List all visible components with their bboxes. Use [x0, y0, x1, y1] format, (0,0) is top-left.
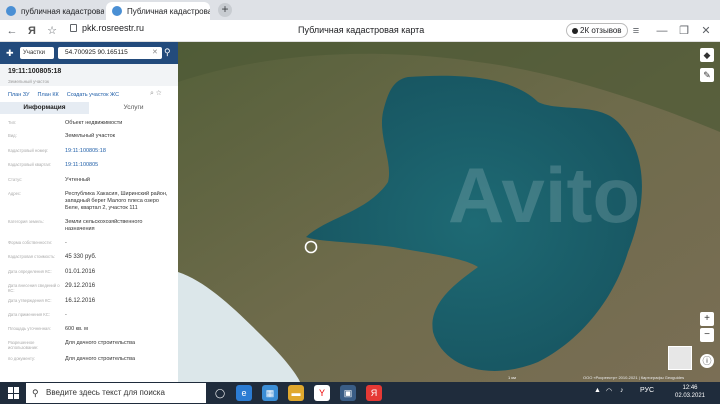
browser-tab-1[interactable]: публичная кадастровая карта ✕	[0, 2, 104, 20]
globe-icon	[6, 6, 16, 16]
search-type-select[interactable]: Участки	[20, 47, 54, 59]
back-arrow-icon[interactable]: ←	[4, 23, 20, 39]
close-window-icon[interactable]: ✕	[698, 23, 714, 39]
tab-label: Публичная кадастровая карта	[127, 6, 210, 16]
yandex-icon[interactable]: Я	[366, 385, 382, 401]
minimize-icon[interactable]: —	[654, 23, 670, 39]
layers-tool-icon[interactable]: ◆	[700, 48, 714, 62]
browser-tab-2[interactable]: Публичная кадастровая карта ✕	[106, 2, 210, 20]
language-indicator[interactable]: РУС	[640, 387, 654, 394]
app-icon[interactable]: ▣	[340, 385, 356, 401]
store-icon[interactable]: ▦	[262, 385, 278, 401]
new-tab-button[interactable]: +	[218, 3, 232, 17]
task-view-icon[interactable]: ◯	[212, 385, 228, 401]
lock-icon	[70, 24, 77, 32]
search-icon: ⚲	[32, 388, 39, 398]
zoom-in-button[interactable]: +	[700, 312, 714, 326]
link-plan-kk[interactable]: План КК	[38, 92, 59, 98]
yandex-icon[interactable]: Я	[24, 23, 40, 39]
taskbar: ⚲ Введите здесь текст для поиска ◯ e ▦ ▬…	[0, 382, 720, 404]
satellite-map[interactable]: Avito ◆ ✎ + − ⓘ 1 км ООО «Росреестр» 201…	[178, 42, 720, 382]
explorer-icon[interactable]: ▬	[288, 385, 304, 401]
draw-tool-icon[interactable]: ✎	[700, 68, 714, 82]
link-create-parcel[interactable]: Создать участок ЖС	[67, 92, 119, 98]
scale-bar: 1 км	[508, 375, 516, 380]
clock[interactable]: 12:46 02.03.2021	[668, 384, 712, 400]
clear-icon[interactable]: ✕	[152, 47, 158, 59]
tab-information[interactable]: Информация	[0, 102, 89, 114]
menu-icon[interactable]: ≡	[628, 23, 644, 39]
taskbar-search[interactable]: ⚲ Введите здесь текст для поиска	[26, 383, 206, 403]
map-imagery: Avito	[178, 42, 720, 382]
object-links: План ЗУ План КК Создать участок ЖС	[8, 92, 119, 98]
volume-icon[interactable]: ♪	[620, 387, 624, 394]
tab-label: публичная кадастровая карта	[21, 6, 104, 16]
avito-watermark: Avito	[448, 151, 640, 239]
page-title: Публичная кадастровая карта	[298, 25, 425, 35]
reviews-badge[interactable]: 2К отзывов	[566, 23, 628, 38]
info-tabs: Информация Услуги	[0, 102, 178, 114]
object-actions: ⌕ ☆	[150, 90, 162, 98]
url-text: pkk.rosreestr.ru	[82, 23, 145, 33]
bookmark-icon[interactable]: ☆	[44, 23, 60, 39]
object-number: 19:11:100805:18	[8, 68, 62, 75]
favorite-icon[interactable]: ☆	[156, 90, 162, 97]
info-panel: ✚ Участки 54.700925 90.165115 ✕ ⚲ 19:11:…	[0, 42, 178, 382]
reviews-icon	[572, 27, 578, 34]
tab-services[interactable]: Услуги	[89, 102, 178, 114]
maximize-icon[interactable]: ❐	[676, 23, 692, 39]
search-bar: ✚ Участки 54.700925 90.165115 ✕ ⚲	[0, 42, 178, 64]
zoom-to-icon[interactable]: ⌕	[150, 90, 154, 97]
edge-icon[interactable]: e	[236, 385, 252, 401]
address-bar[interactable]: pkk.rosreestr.ru	[70, 23, 144, 33]
search-icon[interactable]: ⚲	[164, 47, 171, 58]
yandex-browser-icon[interactable]: Y	[314, 385, 330, 401]
globe-icon	[112, 6, 122, 16]
map-attribution: ООО «Росреестр» 2010-2021 | Картографы G…	[583, 375, 685, 380]
wifi-icon[interactable]: ◠	[606, 387, 612, 395]
browser-toolbar: ← Я ☆ pkk.rosreestr.ru Публичная кадастр…	[0, 20, 720, 42]
layers-icon[interactable]: ✚	[6, 48, 16, 58]
search-input[interactable]: 54.700925 90.165115	[58, 47, 162, 59]
network-icon[interactable]: ▲	[594, 387, 601, 394]
minimap[interactable]	[668, 346, 692, 370]
zoom-out-button[interactable]: −	[700, 328, 714, 342]
info-icon[interactable]: ⓘ	[700, 354, 714, 368]
windows-start-icon[interactable]	[8, 387, 20, 399]
link-plan-zu[interactable]: План ЗУ	[8, 92, 30, 98]
browser-tab-bar: публичная кадастровая карта ✕ Публичная …	[0, 0, 720, 20]
object-subtitle: Земельный участок	[8, 79, 49, 84]
